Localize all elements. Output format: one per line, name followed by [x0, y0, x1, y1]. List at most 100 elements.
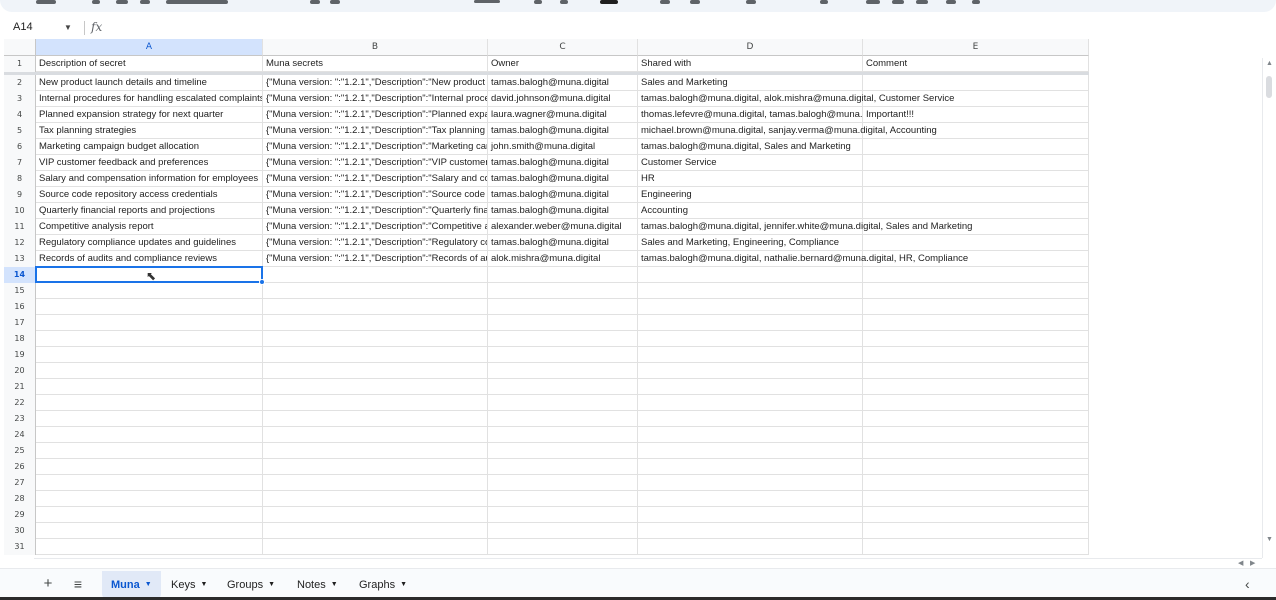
cell-c22[interactable]	[488, 395, 638, 411]
row-number[interactable]: 9	[4, 187, 36, 203]
toolbar-icon[interactable]	[660, 0, 670, 4]
cell-d9[interactable]: Engineering	[638, 187, 863, 203]
cell-d18[interactable]	[638, 331, 863, 347]
cell-d12[interactable]: Sales and Marketing, Engineering, Compli…	[638, 235, 863, 251]
cell-a21[interactable]	[36, 379, 263, 395]
toolbar-icon[interactable]	[916, 0, 928, 4]
caret-down-icon[interactable]: ▼	[145, 581, 152, 588]
cell-b4[interactable]: {"Muna version: ":"1.2.1","Description":…	[263, 107, 488, 123]
row-number[interactable]: 15	[4, 283, 36, 299]
font-size-box[interactable]	[474, 0, 500, 3]
column-header-c[interactable]: C	[488, 39, 638, 56]
cell-d31[interactable]	[638, 539, 863, 555]
cell-d6[interactable]: tamas.balogh@muna.digital, Sales and Mar…	[638, 139, 863, 155]
cell-b18[interactable]	[263, 331, 488, 347]
cell-c29[interactable]	[488, 507, 638, 523]
cell-a12[interactable]: Regulatory compliance updates and guidel…	[36, 235, 263, 251]
cell-e14[interactable]	[863, 267, 1089, 283]
cell-e23[interactable]	[863, 411, 1089, 427]
chevron-left-icon[interactable]: ‹	[1245, 576, 1250, 592]
cell-d7[interactable]: Customer Service	[638, 155, 863, 171]
cell-c28[interactable]	[488, 491, 638, 507]
row-number[interactable]: 17	[4, 315, 36, 331]
cell-a26[interactable]	[36, 459, 263, 475]
cell-c24[interactable]	[488, 427, 638, 443]
row-number[interactable]: 6	[4, 139, 36, 155]
cell-b14[interactable]	[263, 267, 488, 283]
cell-a25[interactable]	[36, 443, 263, 459]
cell-d15[interactable]	[638, 283, 863, 299]
row-number[interactable]: 25	[4, 443, 36, 459]
cell-a15[interactable]	[36, 283, 263, 299]
caret-down-icon[interactable]: ▼	[64, 23, 72, 32]
cell-a11[interactable]: Competitive analysis report	[36, 219, 263, 235]
toolbar-icon[interactable]	[820, 0, 828, 4]
column-header-d[interactable]: D	[638, 39, 863, 56]
cell-a20[interactable]	[36, 363, 263, 379]
column-header-b[interactable]: B	[263, 39, 488, 56]
row-number[interactable]: 3	[4, 91, 36, 107]
cell-c5[interactable]: tamas.balogh@muna.digital	[488, 123, 638, 139]
cell-e9[interactable]	[863, 187, 1089, 203]
row-number[interactable]: 8	[4, 171, 36, 187]
cell-c15[interactable]	[488, 283, 638, 299]
cell-d23[interactable]	[638, 411, 863, 427]
cell-e30[interactable]	[863, 523, 1089, 539]
cell-c13[interactable]: alok.mishra@muna.digital	[488, 251, 638, 267]
cell-b2[interactable]: {"Muna version: ":"1.2.1","Description":…	[263, 75, 488, 91]
caret-down-icon[interactable]: ▼	[268, 581, 275, 588]
plus-icon[interactable]: +	[40, 575, 56, 593]
toolbar-icon[interactable]	[866, 0, 880, 4]
cell-b15[interactable]	[263, 283, 488, 299]
caret-down-icon[interactable]: ▼	[200, 581, 207, 588]
row-number[interactable]: 31	[4, 539, 36, 555]
caret-down-icon[interactable]: ▼	[331, 581, 338, 588]
cell-d8[interactable]: HR	[638, 171, 863, 187]
cell-d5[interactable]: michael.brown@muna.digital, sanjay.verma…	[638, 123, 937, 139]
cell-e21[interactable]	[863, 379, 1089, 395]
cell-d20[interactable]	[638, 363, 863, 379]
vertical-scrollbar[interactable]: ▲ ▼	[1262, 58, 1274, 558]
cell-b20[interactable]	[263, 363, 488, 379]
cell-c2[interactable]: tamas.balogh@muna.digital	[488, 75, 638, 91]
cell-d24[interactable]	[638, 427, 863, 443]
cell-e22[interactable]	[863, 395, 1089, 411]
cell-d4[interactable]: thomas.lefevre@muna.digital, tamas.balog…	[638, 107, 863, 123]
cell-d3[interactable]: tamas.balogh@muna.digital, alok.mishra@m…	[638, 91, 954, 107]
sheet-tab-muna[interactable]: Muna ▼	[102, 571, 161, 599]
cell-b21[interactable]	[263, 379, 488, 395]
cell-c31[interactable]	[488, 539, 638, 555]
sheet-tab-groups[interactable]: Groups ▼	[218, 571, 284, 599]
cell-c1[interactable]: Owner	[488, 56, 638, 72]
cell-b1[interactable]: Muna secrets	[263, 56, 488, 72]
cell-c17[interactable]	[488, 315, 638, 331]
cell-a28[interactable]	[36, 491, 263, 507]
cell-a13[interactable]: Records of audits and compliance reviews	[36, 251, 263, 267]
toolbar-icon[interactable]	[972, 0, 980, 4]
cell-a10[interactable]: Quarterly financial reports and projecti…	[36, 203, 263, 219]
cell-c21[interactable]	[488, 379, 638, 395]
cell-a18[interactable]	[36, 331, 263, 347]
row-number[interactable]: 10	[4, 203, 36, 219]
cell-b31[interactable]	[263, 539, 488, 555]
cell-b27[interactable]	[263, 475, 488, 491]
cell-a22[interactable]	[36, 395, 263, 411]
column-header-a[interactable]: A	[36, 39, 263, 56]
toolbar-icon[interactable]	[92, 0, 100, 4]
cell-c6[interactable]: john.smith@muna.digital	[488, 139, 638, 155]
cell-d11[interactable]: tamas.balogh@muna.digital, jennifer.whit…	[638, 219, 972, 235]
cell-c23[interactable]	[488, 411, 638, 427]
cell-b22[interactable]	[263, 395, 488, 411]
toolbar-icon[interactable]	[116, 0, 128, 4]
cell-b6[interactable]: {"Muna version: ":"1.2.1","Description":…	[263, 139, 488, 155]
sheet-tab-notes[interactable]: Notes ▼	[288, 571, 347, 599]
toolbar-icon[interactable]	[140, 0, 150, 4]
toolbar-icon[interactable]	[892, 0, 904, 4]
cell-a9[interactable]: Source code repository access credential…	[36, 187, 263, 203]
toolbar-icon[interactable]	[330, 0, 340, 4]
cell-b9[interactable]: {"Muna version: ":"1.2.1","Description":…	[263, 187, 488, 203]
cell-c18[interactable]	[488, 331, 638, 347]
cell-c4[interactable]: laura.wagner@muna.digital	[488, 107, 638, 123]
cell-e6[interactable]	[863, 139, 1089, 155]
cell-c12[interactable]: tamas.balogh@muna.digital	[488, 235, 638, 251]
